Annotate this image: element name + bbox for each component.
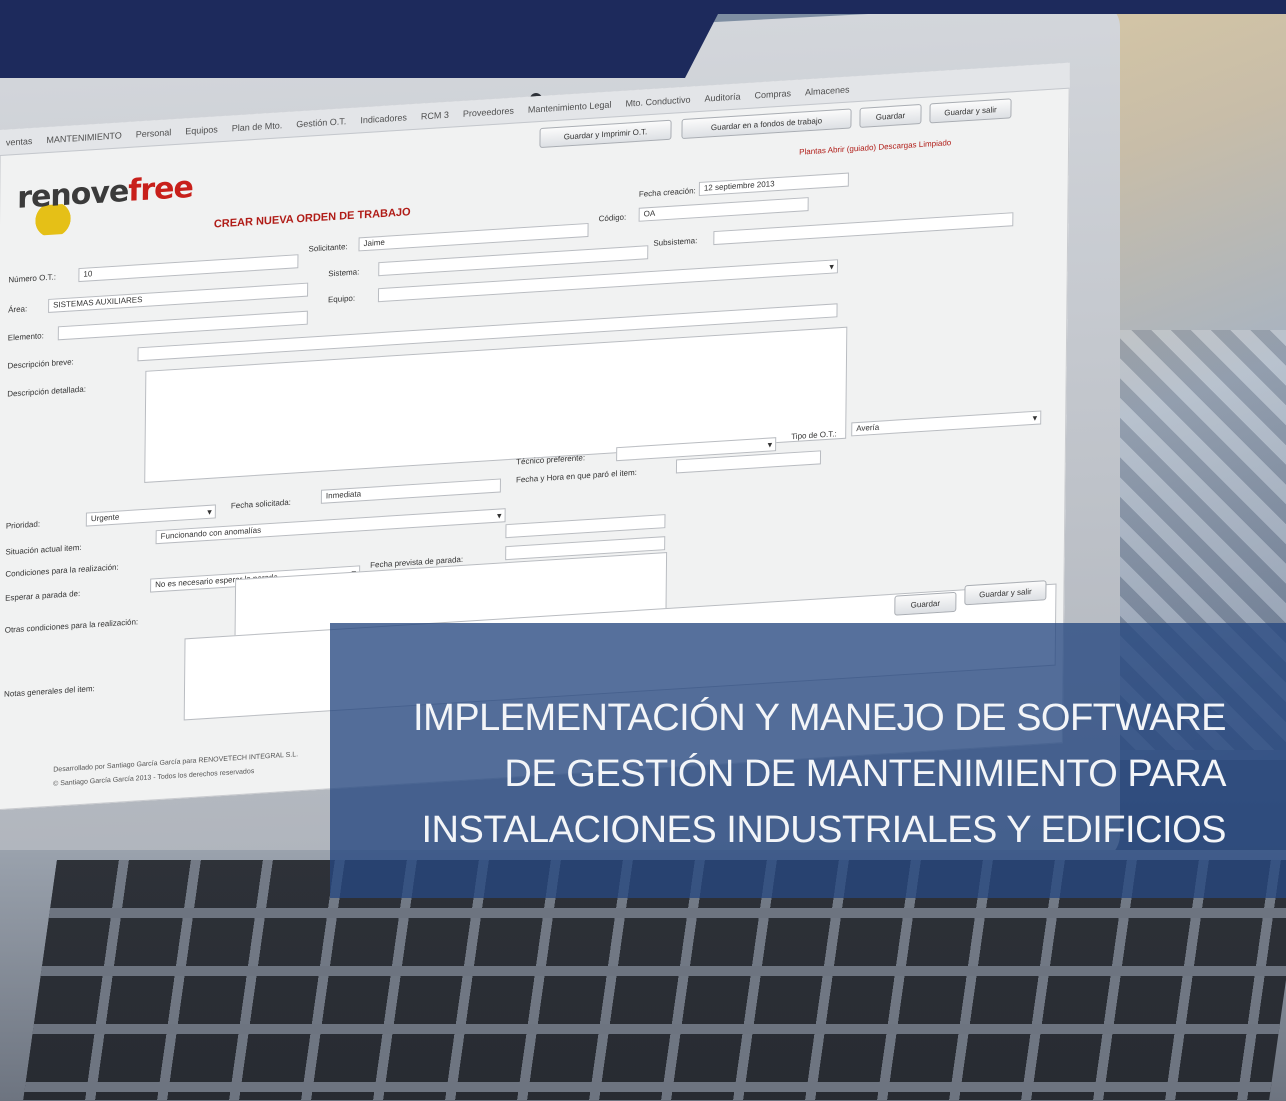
tipo-ot-select[interactable]: Avería (851, 410, 1042, 437)
menu-item[interactable]: Mantenimiento Legal (528, 99, 612, 114)
menu-item[interactable]: ventas (6, 135, 33, 147)
menu-item[interactable]: Plan de Mto. (232, 120, 283, 133)
menu-item[interactable]: Almacenes (805, 84, 850, 97)
fecha-creacion-field[interactable]: 12 septiembre 2013 (698, 172, 849, 197)
label-prioridad: Prioridad: (5, 519, 41, 531)
menu-item[interactable]: Proveedores (463, 105, 514, 118)
label-desc-breve: Descripción breve: (7, 357, 74, 371)
label-notas: Notas generales del item: (4, 684, 95, 699)
headline-line-3: INSTALACIONES INDUSTRIALES Y EDIFICIOS (421, 809, 1226, 851)
top-band-shape (0, 0, 1286, 78)
save-button[interactable]: Guardar (859, 103, 922, 128)
form-title: CREAR NUEVA ORDEN DE TRABAJO (213, 206, 411, 231)
header-links[interactable]: Plantas Abrir (guiado) Descargas Limpiad… (799, 138, 951, 157)
menu-item[interactable]: Indicadores (360, 112, 407, 125)
label-elemento: Elemento: (7, 331, 44, 343)
headline-line-1: IMPLEMENTACIÓN Y MANEJO DE SOFTWARE (413, 697, 1226, 739)
menu-item[interactable]: Gestión O.T. (296, 116, 346, 129)
label-otras: Otras condiciones para la realización: (4, 617, 139, 635)
solicitante-field[interactable]: Jaime (358, 222, 589, 252)
label-codigo: Código: (598, 212, 627, 224)
sistema-field[interactable] (378, 245, 649, 277)
app-logo: renovefree (17, 169, 194, 216)
label-equipo: Equipo: (327, 293, 356, 305)
menu-item[interactable]: Personal (136, 127, 172, 139)
label-esperar: Esperar a parada de: (5, 588, 81, 603)
menu-item[interactable]: RCM 3 (421, 109, 449, 121)
label-condiciones: Condiciones para la realización: (5, 562, 119, 579)
label-num-ot: Número O.T.: (8, 272, 57, 285)
subsistema-field[interactable] (713, 212, 1014, 246)
save-print-button[interactable]: Guardar y Imprimir O.T. (539, 119, 672, 149)
top-navy-band (0, 0, 1286, 80)
footer-line-1: Desarrollado por Santiago García García … (53, 751, 299, 774)
save-funds-button[interactable]: Guardar en a fondos de trabajo (681, 108, 852, 140)
label-solicitante: Solicitante: (308, 242, 348, 254)
prioridad-select[interactable]: Urgente (85, 504, 216, 527)
num-ot-field[interactable]: 10 (78, 254, 299, 283)
label-desc-detallada: Descripción detallada: (7, 384, 86, 399)
label-area: Área: (8, 304, 28, 315)
headline: IMPLEMENTACIÓN Y MANEJO DE SOFTWARE DE G… (326, 690, 1226, 858)
label-fecha-hora: Fecha y Hora en que paró el item: (515, 467, 637, 485)
elemento-field[interactable] (57, 310, 308, 341)
headline-line-2: DE GESTIÓN DE MANTENIMIENTO PARA (504, 753, 1226, 795)
area-field[interactable]: SISTEMAS AUXILIARES (48, 282, 309, 313)
label-fecha-solicitada: Fecha solicitada: (230, 497, 291, 511)
condiciones-field[interactable] (505, 514, 666, 539)
label-situacion: Situación actual item: (5, 542, 82, 557)
label-subsistema: Subsistema: (653, 236, 698, 248)
menu-item[interactable]: Compras (754, 88, 791, 100)
menu-item[interactable]: MANTENIMIENTO (46, 130, 121, 145)
menu-item[interactable]: Mto. Conductivo (625, 94, 690, 108)
label-fecha-creacion: Fecha creación: (638, 186, 696, 199)
label-sistema: Sistema: (328, 267, 360, 279)
fecha-solicitada-field[interactable]: Inmediata (320, 478, 501, 504)
menu-item[interactable]: Auditoría (704, 91, 740, 103)
menu-item[interactable]: Equipos (185, 124, 218, 136)
codigo-field[interactable]: OA (638, 197, 809, 222)
bottom-save-button[interactable]: Guardar (894, 591, 957, 616)
save-exit-button[interactable]: Guardar y salir (929, 98, 1012, 124)
